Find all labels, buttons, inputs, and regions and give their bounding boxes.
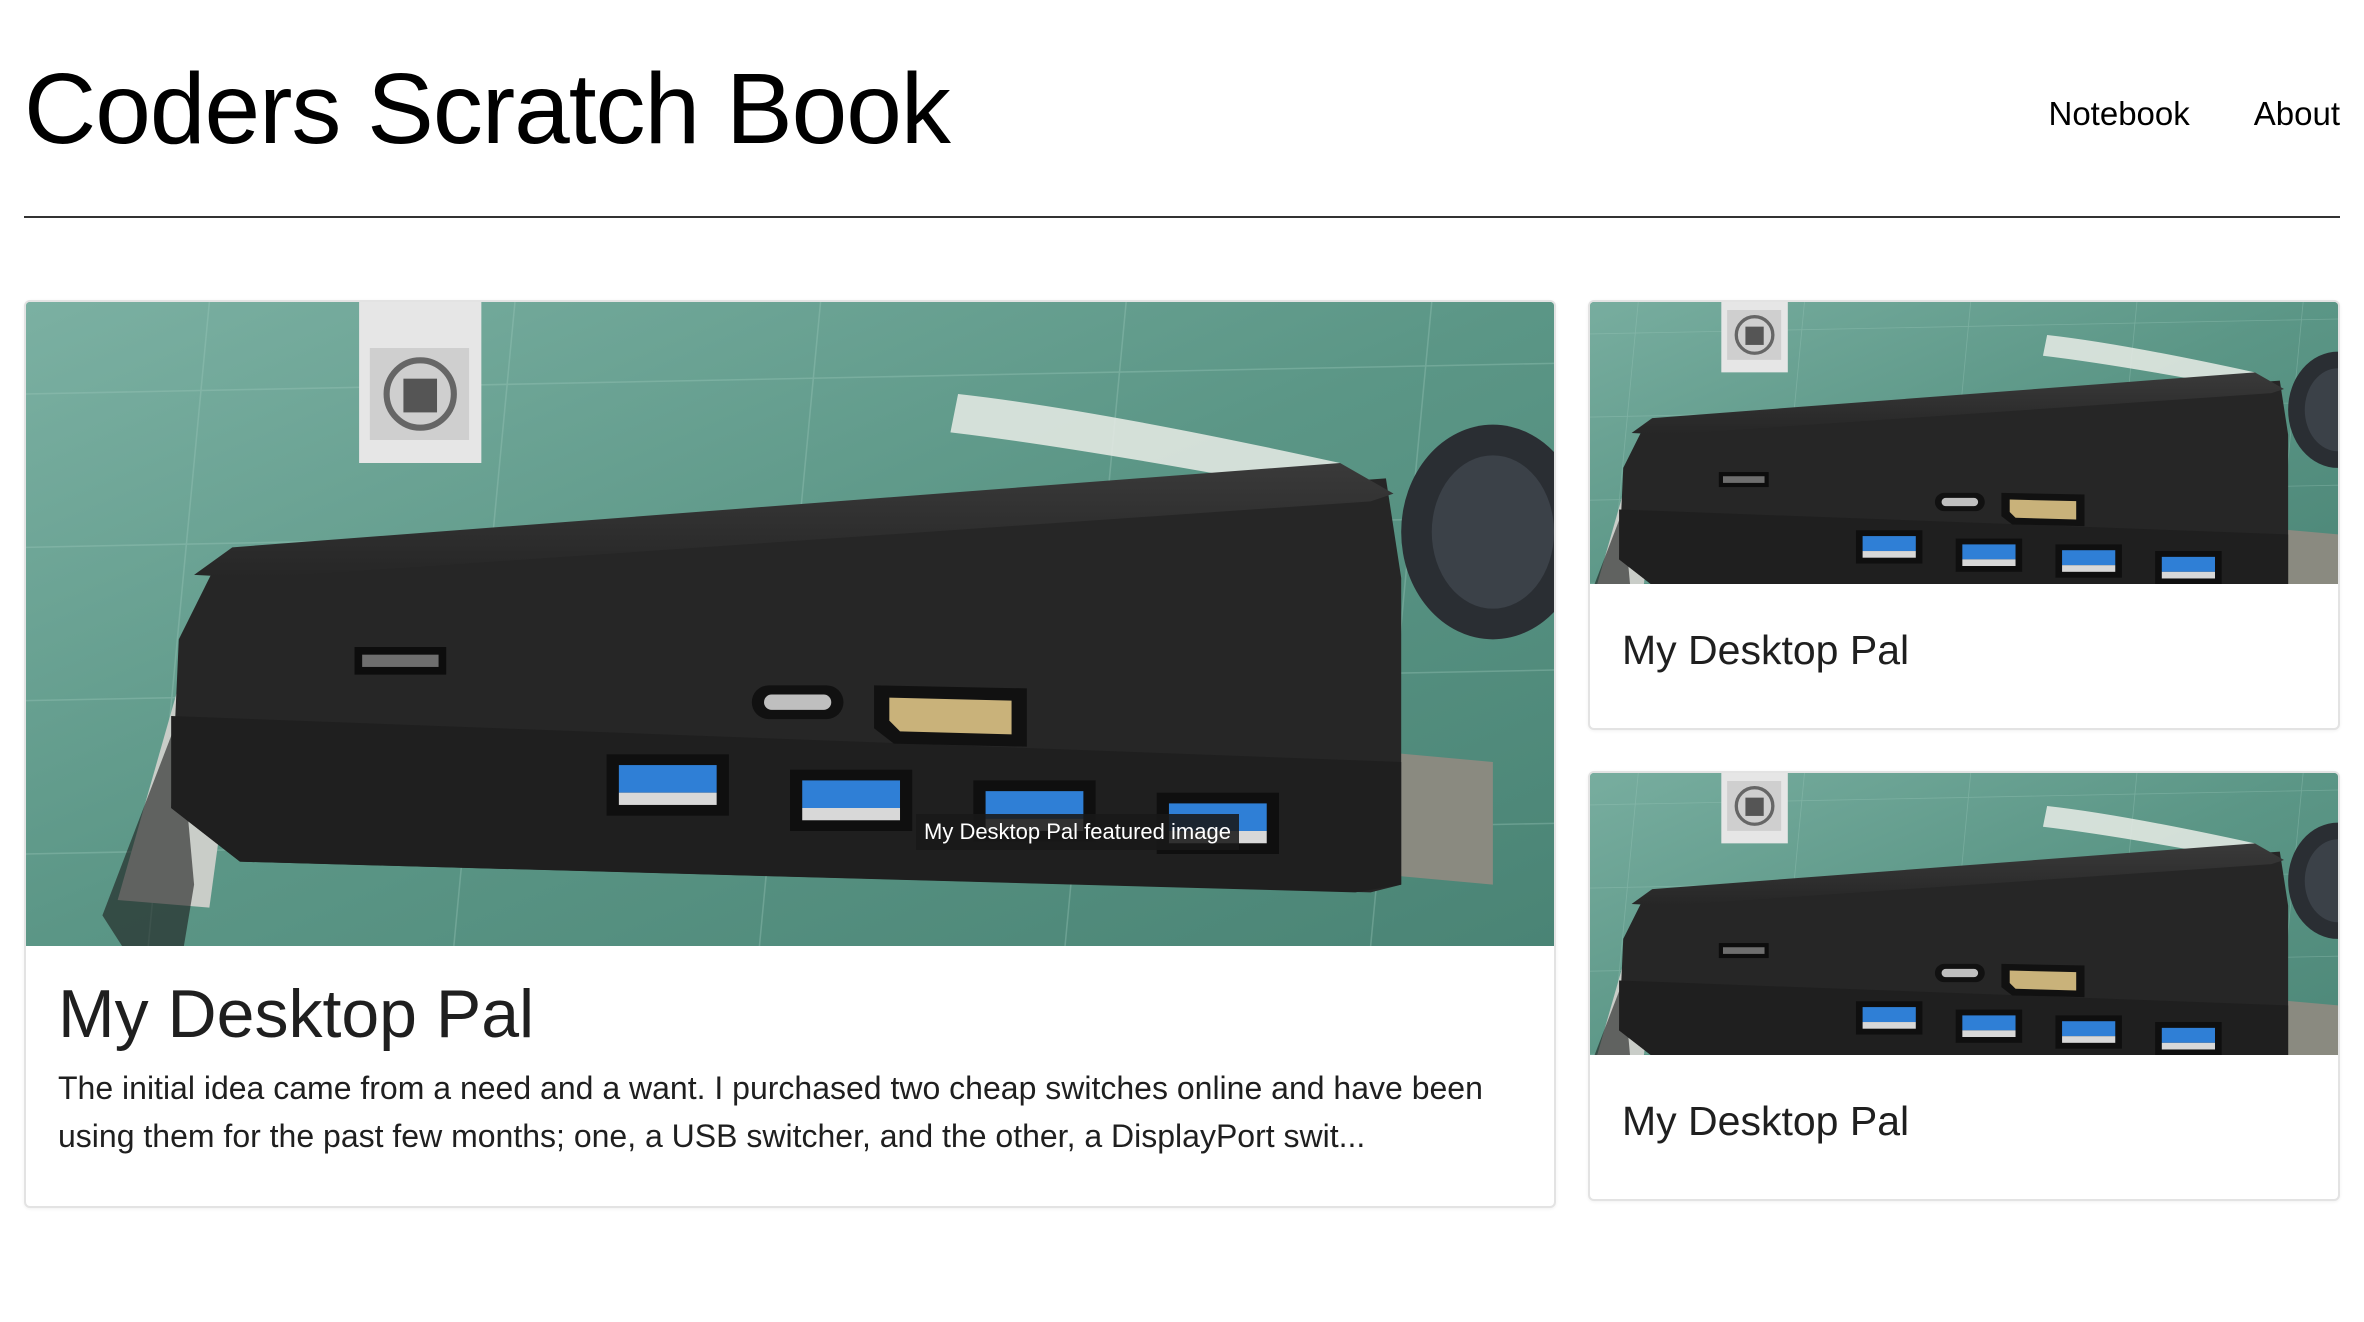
featured-post-body: My Desktop Pal The initial idea came fro… (26, 946, 1554, 1160)
post-title[interactable]: My Desktop Pal (1622, 1083, 2306, 1147)
device-photo (26, 302, 1554, 946)
post-image[interactable] (1590, 773, 2338, 1055)
post-title[interactable]: My Desktop Pal (1622, 612, 2306, 676)
site-header: Coders Scratch Book Notebook About (24, 0, 2340, 218)
post-card[interactable]: My Desktop Pal (1588, 771, 2340, 1201)
nav-link-about[interactable]: About (2254, 94, 2340, 134)
featured-post-excerpt: The initial idea came from a need and a … (58, 1070, 1483, 1154)
post-body: My Desktop Pal (1590, 584, 2338, 676)
featured-post-image[interactable]: My Desktop Pal featured image (26, 302, 1554, 946)
device-photo (1590, 773, 2338, 1055)
post-card[interactable]: My Desktop Pal (1588, 300, 2340, 730)
image-tooltip: My Desktop Pal featured image (916, 814, 1239, 850)
site-title[interactable]: Coders Scratch Book (24, 54, 951, 164)
device-photo (1590, 302, 2338, 584)
featured-post-title[interactable]: My Desktop Pal (58, 974, 1522, 1054)
post-image[interactable] (1590, 302, 2338, 584)
main-nav: Notebook About (2048, 94, 2340, 134)
featured-post-card[interactable]: My Desktop Pal featured image My Desktop… (24, 300, 1556, 1208)
nav-link-notebook[interactable]: Notebook (2048, 94, 2189, 134)
post-body: My Desktop Pal (1590, 1055, 2338, 1147)
